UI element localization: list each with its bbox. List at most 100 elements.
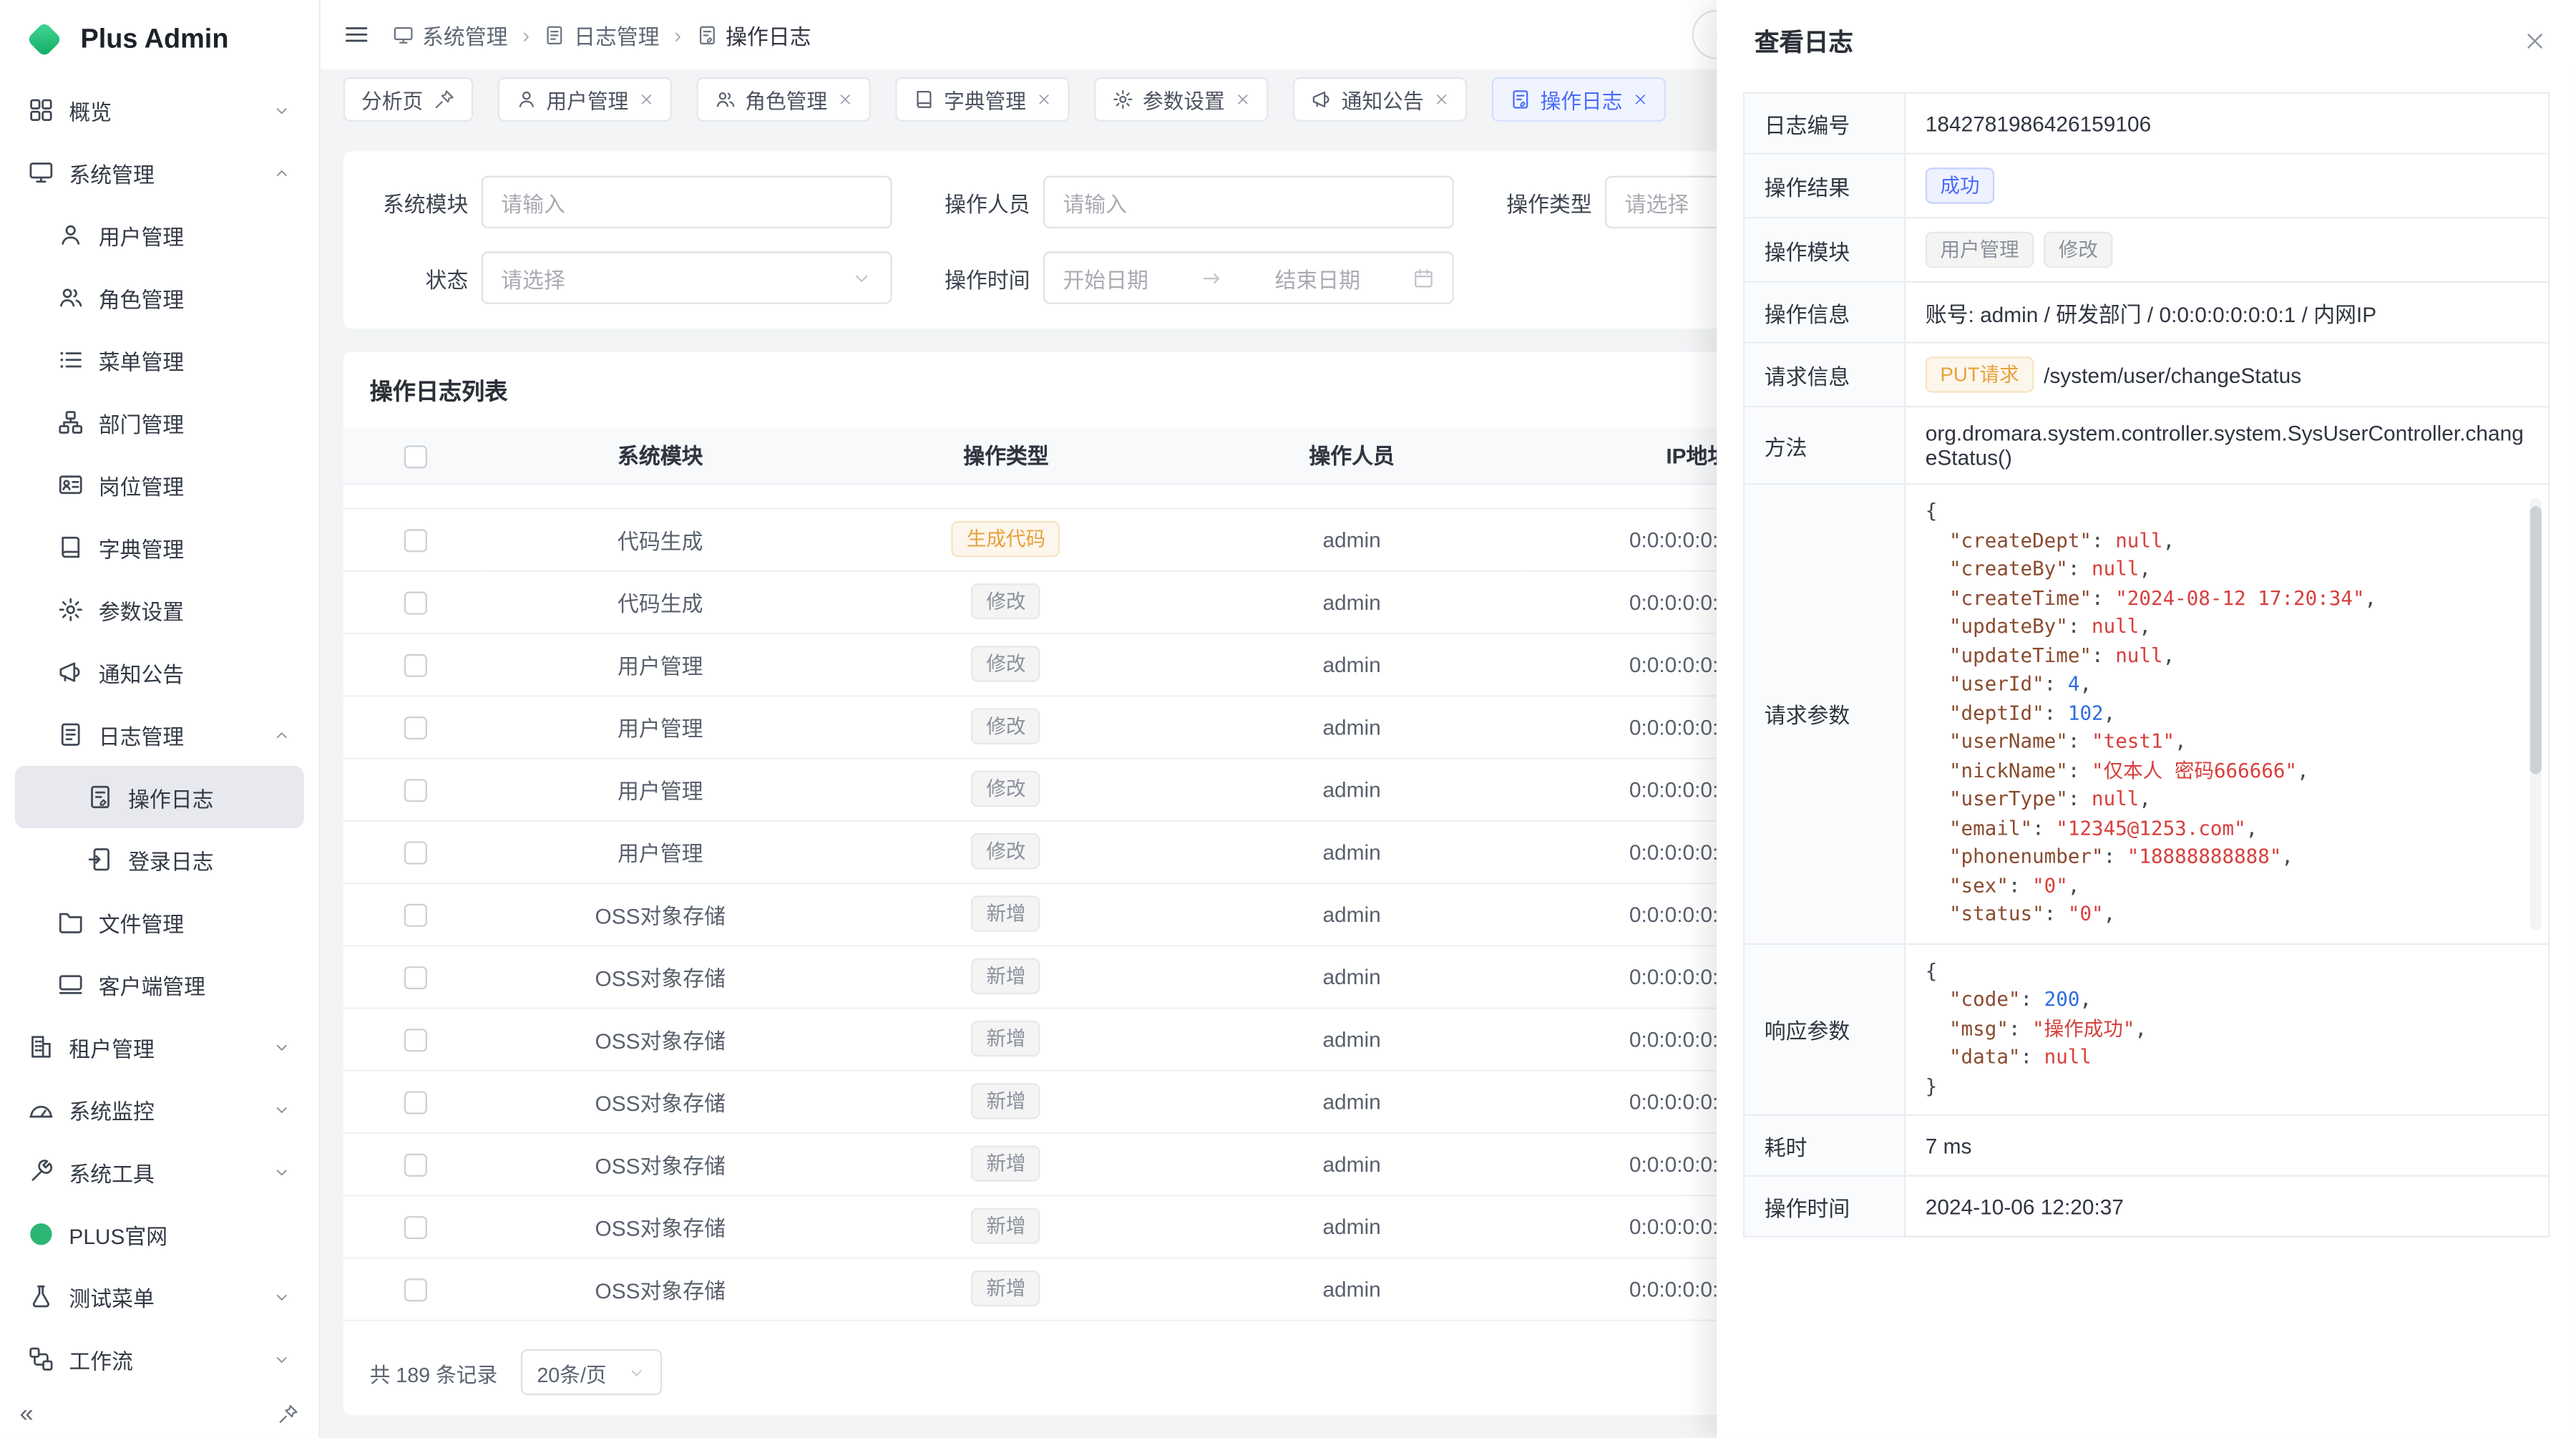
tab-role[interactable]: 角色管理 xyxy=(696,77,869,121)
cell-user: admin xyxy=(1179,820,1525,883)
row-checkbox[interactable] xyxy=(404,654,426,676)
sidebar-item-label: 工作流 xyxy=(69,1344,258,1375)
system-module-input[interactable]: 请输入 xyxy=(482,176,892,228)
row-checkbox[interactable] xyxy=(404,529,426,552)
tab-close-icon[interactable] xyxy=(1632,91,1647,106)
cell-op: 修改 xyxy=(833,633,1179,695)
tab-close-icon[interactable] xyxy=(1433,91,1448,106)
tag: 修改 xyxy=(2044,232,2112,268)
hamburger-icon[interactable] xyxy=(343,21,370,48)
sidebar-item-workflow[interactable]: 工作流 xyxy=(15,1328,304,1389)
breadcrumb-item[interactable]: 日志管理 xyxy=(545,19,660,50)
tab-close-icon[interactable] xyxy=(1036,91,1051,106)
sidebar-item-user[interactable]: 用户管理 xyxy=(15,204,304,266)
client-icon xyxy=(57,971,84,998)
sidebar-item-tenant[interactable]: 租户管理 xyxy=(15,1016,304,1078)
sidebar: Plus Admin 概览系统管理用户管理角色管理菜单管理部门管理岗位管理字典管… xyxy=(0,0,321,1438)
sidebar-item-label: 文件管理 xyxy=(99,906,291,938)
row-checkbox[interactable] xyxy=(404,1153,426,1176)
row-checkbox[interactable] xyxy=(404,841,426,864)
chevron-up-icon xyxy=(273,163,291,181)
user-icon xyxy=(515,88,537,110)
sidebar-item-login-log[interactable]: 登录日志 xyxy=(15,828,304,890)
detail-value: 2024-10-06 12:20:37 xyxy=(1906,1177,2548,1236)
tab-notice[interactable]: 通知公告 xyxy=(1292,77,1466,121)
cell-op: 新增 xyxy=(833,1007,1179,1069)
tab-close-icon[interactable] xyxy=(837,91,852,106)
sidebar-item-overview[interactable]: 概览 xyxy=(15,79,304,141)
chevron-down-icon xyxy=(628,1363,645,1381)
sidebar-item-operation-log[interactable]: 操作日志 xyxy=(15,766,304,828)
sidebar-item-monitor[interactable]: 系统监控 xyxy=(15,1078,304,1140)
row-checkbox[interactable] xyxy=(404,1215,426,1238)
row-checkbox[interactable] xyxy=(404,966,426,988)
page-size-select[interactable]: 20条/页 xyxy=(520,1349,661,1395)
tab-user[interactable]: 用户管理 xyxy=(497,77,671,121)
breadcrumb-item[interactable]: 操作日志 xyxy=(696,19,811,50)
cell-module: OSS对象存储 xyxy=(487,945,833,1007)
scrollbar-thumb[interactable] xyxy=(2530,507,2542,774)
sidebar-item-test[interactable]: 测试菜单 xyxy=(15,1265,304,1328)
close-icon[interactable] xyxy=(2524,29,2547,52)
sidebar-item-tools[interactable]: 系统工具 xyxy=(15,1140,304,1203)
sidebar-item-dept[interactable]: 部门管理 xyxy=(15,391,304,453)
sidebar-item-file[interactable]: 文件管理 xyxy=(15,890,304,953)
test-icon xyxy=(28,1283,54,1310)
request-path: /system/user/changeStatus xyxy=(2044,362,2301,387)
cell-op: 修改 xyxy=(833,757,1179,820)
sidebar-item-system[interactable]: 系统管理 xyxy=(15,141,304,203)
sidebar-item-post[interactable]: 岗位管理 xyxy=(15,454,304,516)
sidebar-item-log[interactable]: 日志管理 xyxy=(15,704,304,766)
cell-user: admin xyxy=(1179,1132,1525,1195)
placeholder-text: 请输入 xyxy=(1063,187,1127,218)
cell-user: admin xyxy=(1179,757,1525,820)
cell-module: OSS对象存储 xyxy=(487,883,833,945)
breadcrumb-label: 系统管理 xyxy=(422,19,507,50)
placeholder-text: 请选择 xyxy=(1625,187,1689,218)
sidebar-item-client[interactable]: 客户端管理 xyxy=(15,953,304,1016)
collapse-sidebar-button[interactable]: « xyxy=(20,1401,34,1425)
chevron-down-icon xyxy=(273,1350,291,1368)
operation-time-daterange[interactable]: 开始日期结束日期 xyxy=(1043,251,1454,303)
status-select[interactable]: 请选择 xyxy=(482,251,892,303)
filter-field-operator: 操作人员请输入 xyxy=(928,176,1454,228)
select-all-checkbox[interactable] xyxy=(404,444,426,467)
oplog-icon xyxy=(1509,88,1531,110)
brand[interactable]: Plus Admin xyxy=(0,0,318,79)
tab-label: 分析页 xyxy=(361,83,423,115)
detail-value: 1842781986426159106 xyxy=(1906,94,2548,153)
tab-operation-log[interactable]: 操作日志 xyxy=(1491,77,1665,121)
tab-param[interactable]: 参数设置 xyxy=(1093,77,1267,121)
sidebar-item-notice[interactable]: 通知公告 xyxy=(15,641,304,703)
tab-close-icon[interactable] xyxy=(638,91,653,106)
sidebar-item-role[interactable]: 角色管理 xyxy=(15,266,304,329)
scrollbar[interactable] xyxy=(2530,498,2542,930)
row-checkbox[interactable] xyxy=(404,1091,426,1114)
row-checkbox[interactable] xyxy=(404,716,426,739)
sidebar-item-website[interactable]: PLUS官网 xyxy=(15,1203,304,1265)
tab-label: 通知公告 xyxy=(1342,83,1424,115)
breadcrumb-item[interactable]: 系统管理 xyxy=(393,19,508,50)
field-label: 系统模块 xyxy=(366,187,468,218)
tab-close-icon[interactable] xyxy=(1235,91,1250,106)
row-checkbox[interactable] xyxy=(404,903,426,926)
operator-input[interactable]: 请输入 xyxy=(1043,176,1454,228)
tab-dict[interactable]: 字典管理 xyxy=(894,77,1068,121)
row-checkbox[interactable] xyxy=(404,779,426,802)
field-label: 操作时间 xyxy=(928,262,1030,293)
sidebar-item-label: 用户管理 xyxy=(99,220,291,251)
detail-value: PUT请求/system/user/changeStatus xyxy=(1906,344,2548,406)
log-icon xyxy=(545,24,566,45)
tab-analysis[interactable]: 分析页 xyxy=(343,77,472,121)
cell-user: admin xyxy=(1179,1195,1525,1257)
row-checkbox[interactable] xyxy=(404,1278,426,1301)
tag: 新增 xyxy=(972,1208,1040,1244)
sidebar-item-param[interactable]: 参数设置 xyxy=(15,578,304,641)
tab-label: 用户管理 xyxy=(546,83,628,115)
pin-sidebar-icon[interactable] xyxy=(278,1403,299,1424)
sidebar-item-dict[interactable]: 字典管理 xyxy=(15,516,304,578)
row-checkbox[interactable] xyxy=(404,591,426,614)
row-checkbox[interactable] xyxy=(404,1029,426,1051)
sidebar-item-menu[interactable]: 菜单管理 xyxy=(15,329,304,391)
user-icon xyxy=(57,222,84,248)
